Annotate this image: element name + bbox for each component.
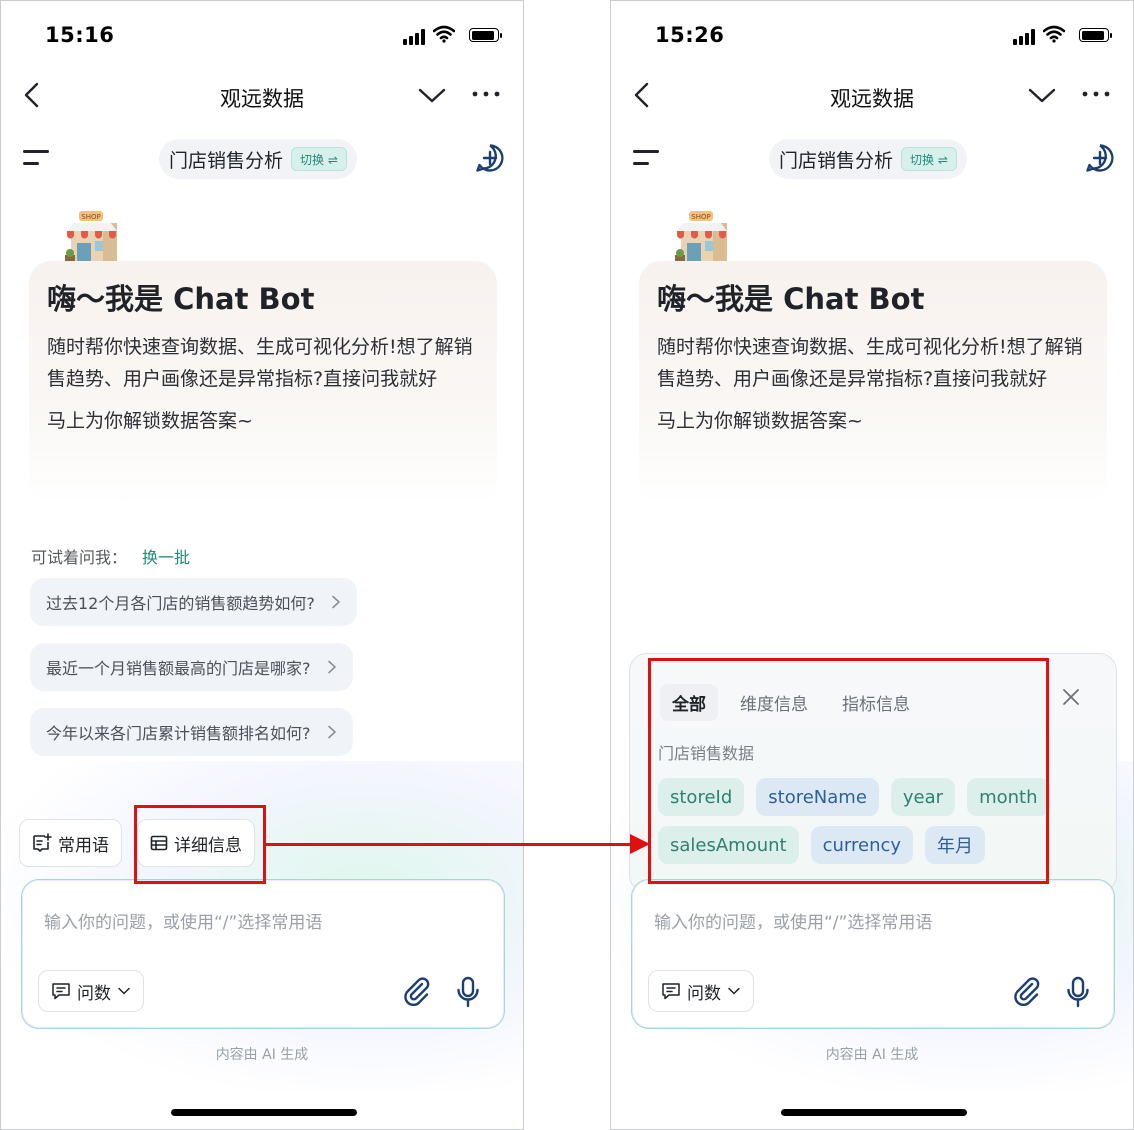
- topic-selector[interactable]: 门店销售分析 切换 ⇌: [769, 139, 967, 179]
- try-asking-label: 可试着问我：: [31, 548, 128, 567]
- switch-topic-button[interactable]: 切换 ⇌: [901, 147, 957, 171]
- chevron-right-icon: [327, 660, 336, 674]
- chevron-down-icon: [728, 987, 740, 995]
- suggested-question-text: 过去12个月各门店的销售额趋势如何?: [46, 594, 315, 613]
- suggested-question[interactable]: 最近一个月销售额最高的门店是哪家?: [30, 643, 353, 691]
- suggested-question-text: 最近一个月销售额最高的门店是哪家?: [46, 659, 311, 678]
- quick-phrases-button[interactable]: 常用语: [19, 819, 122, 867]
- more-icon[interactable]: [1081, 89, 1111, 99]
- status-icons: [403, 25, 502, 45]
- home-indicator[interactable]: [171, 1109, 357, 1116]
- chat-icon: [662, 983, 680, 1000]
- welcome-title: 嗨～我是 Chat Bot: [657, 282, 925, 316]
- status-time: 15:16: [45, 23, 115, 47]
- annotation-arrow-head: [630, 834, 650, 854]
- close-icon[interactable]: [1062, 688, 1080, 706]
- welcome-description: 随时帮你快速查询数据、生成可视化分析!想了解销售趋势、用户画像还是异常指标?直接…: [657, 336, 1083, 390]
- mode-select[interactable]: 问数: [38, 970, 144, 1012]
- svg-text:SHOP: SHOP: [691, 213, 710, 221]
- new-chat-icon[interactable]: [475, 143, 505, 173]
- annotation-arrow: [266, 843, 632, 846]
- mode-label: 问数: [687, 983, 721, 1004]
- welcome-title: 嗨～我是 Chat Bot: [47, 282, 315, 316]
- ai-disclaimer: 内容由 AI 生成: [825, 1047, 919, 1063]
- phone-screen-before: 15:16 观远数据 门店销售分析 切换 ⇌ SHOP 嗨～我是 Chat Bo…: [0, 0, 524, 1130]
- chevron-down-icon: [118, 987, 130, 995]
- topic-selector[interactable]: 门店销售分析 切换 ⇌: [159, 139, 357, 179]
- microphone-icon[interactable]: [456, 976, 480, 1008]
- signal-bar: [421, 29, 425, 45]
- battery-icon: [469, 28, 502, 42]
- mode-label: 问数: [77, 983, 111, 1004]
- chat-icon: [52, 983, 70, 1000]
- quick-phrase-icon: [33, 833, 52, 852]
- phone-screen-after: 15:26 观远数据 门店销售分析 切换 ⇌ SHOP 嗨～我是 Chat Bo…: [610, 0, 1134, 1130]
- refresh-suggestions-link[interactable]: 换一批: [142, 544, 190, 568]
- chevron-right-icon: [332, 595, 340, 609]
- shop-icon: SHOP: [675, 211, 727, 263]
- home-indicator[interactable]: [781, 1109, 967, 1116]
- suggested-question[interactable]: 今年以来各门店累计销售额排名如何?: [30, 708, 353, 756]
- welcome-description: 随时帮你快速查询数据、生成可视化分析!想了解销售趋势、用户画像还是异常指标?直接…: [47, 336, 473, 390]
- signal-bar: [1031, 29, 1035, 45]
- menu-icon[interactable]: [23, 148, 51, 168]
- switch-topic-button[interactable]: 切换 ⇌: [291, 147, 347, 171]
- wifi-icon: [433, 25, 455, 43]
- more-icon[interactable]: [471, 89, 501, 99]
- chevron-down-icon[interactable]: [417, 85, 447, 105]
- question-input[interactable]: 输入你的问题，或使用“/”选择常用语 问数: [21, 879, 505, 1029]
- signal-bar: [415, 33, 419, 45]
- input-placeholder: 输入你的问题，或使用“/”选择常用语: [44, 913, 323, 933]
- attach-icon[interactable]: [402, 976, 432, 1006]
- welcome-card: 嗨～我是 Chat Bot 随时帮你快速查询数据、生成可视化分析!想了解销售趋势…: [29, 261, 497, 505]
- signal-icon: [403, 39, 407, 45]
- signal-bar: [1025, 33, 1029, 45]
- battery-icon: [1079, 28, 1112, 42]
- chevron-down-icon[interactable]: [1027, 85, 1057, 105]
- annotation-highlight-details-button: [134, 805, 266, 884]
- signal-icon: [1013, 39, 1017, 45]
- welcome-card: 嗨～我是 Chat Bot 随时帮你快速查询数据、生成可视化分析!想了解销售趋势…: [639, 261, 1107, 505]
- shop-icon: SHOP: [65, 211, 117, 263]
- microphone-icon[interactable]: [1066, 976, 1090, 1008]
- attach-icon[interactable]: [1012, 976, 1042, 1006]
- topic-name: 门店销售分析: [169, 149, 284, 172]
- ai-disclaimer: 内容由 AI 生成: [215, 1047, 309, 1063]
- wifi-icon: [1043, 25, 1065, 43]
- menu-icon[interactable]: [633, 148, 661, 168]
- status-icons: [1013, 25, 1112, 45]
- welcome-subtext: 马上为你解锁数据答案~: [657, 410, 863, 432]
- suggested-question-text: 今年以来各门店累计销售额排名如何?: [46, 724, 311, 743]
- welcome-subtext: 马上为你解锁数据答案~: [47, 410, 253, 432]
- chevron-right-icon: [327, 725, 336, 739]
- new-chat-icon[interactable]: [1085, 143, 1115, 173]
- svg-text:SHOP: SHOP: [81, 213, 100, 221]
- input-placeholder: 输入你的问题，或使用“/”选择常用语: [654, 913, 933, 933]
- annotation-highlight-details-panel: [648, 658, 1049, 884]
- signal-bar: [409, 36, 413, 45]
- question-input[interactable]: 输入你的问题，或使用“/”选择常用语 问数: [631, 879, 1115, 1029]
- suggested-question[interactable]: 过去12个月各门店的销售额趋势如何?: [30, 578, 357, 626]
- status-time: 15:26: [655, 23, 725, 47]
- mode-select[interactable]: 问数: [648, 970, 754, 1012]
- signal-bar: [1019, 36, 1023, 45]
- quick-phrases-label: 常用语: [58, 835, 109, 856]
- topic-name: 门店销售分析: [779, 149, 894, 172]
